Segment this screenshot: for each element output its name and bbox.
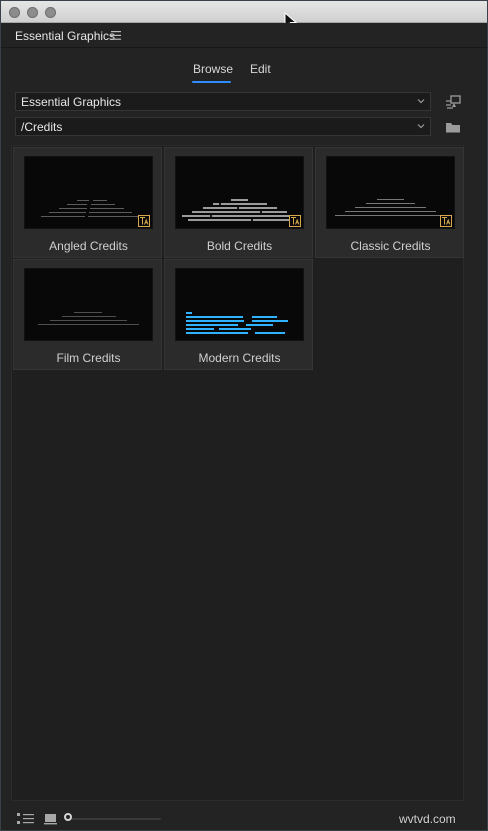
folder-dropdown-value: /Credits xyxy=(21,120,63,134)
zoom-slider-track[interactable] xyxy=(69,818,161,820)
window-title-bar[interactable] xyxy=(1,1,487,30)
template-grid: Angled Credits Bold Credits Classic Cred… xyxy=(11,145,464,801)
close-window-button[interactable] xyxy=(9,7,20,18)
watermark-text: wvtvd.com xyxy=(399,812,456,826)
template-thumbnail-modern-credits xyxy=(175,268,304,341)
panel-title: Essential Graphics xyxy=(15,29,116,43)
template-card-modern-credits[interactable]: Modern Credits xyxy=(164,259,313,370)
template-label: Classic Credits xyxy=(350,239,431,253)
hamburger-icon[interactable] xyxy=(111,31,121,40)
template-thumbnail-film-credits xyxy=(24,268,153,341)
library-dropdown[interactable]: Essential Graphics xyxy=(15,92,431,111)
thumbnail-view-icon[interactable] xyxy=(43,813,61,825)
tab-edit[interactable]: Edit xyxy=(250,62,271,76)
library-dropdown-value: Essential Graphics xyxy=(21,95,122,109)
list-view-icon[interactable] xyxy=(17,813,35,825)
panel-header: Essential Graphics xyxy=(1,23,487,48)
browse-edit-tabs: Browse Edit xyxy=(1,59,487,87)
tab-browse[interactable]: Browse xyxy=(193,62,233,76)
zoom-slider-knob[interactable] xyxy=(64,813,72,821)
template-card-film-credits[interactable]: Film Credits xyxy=(13,259,162,370)
sync-library-icon[interactable] xyxy=(445,95,461,109)
essential-graphics-window: Essential Graphics Browse Edit Essential… xyxy=(0,0,488,831)
editable-template-badge-icon xyxy=(440,215,452,227)
template-label: Bold Credits xyxy=(206,239,273,253)
template-thumbnail-classic-credits xyxy=(326,156,455,229)
bold-credits-preview xyxy=(182,199,298,221)
chevron-down-icon xyxy=(417,124,425,129)
template-card-bold-credits[interactable]: Bold Credits xyxy=(164,147,313,258)
template-thumbnail-bold-credits xyxy=(175,156,304,229)
folder-dropdown[interactable]: /Credits xyxy=(15,117,431,136)
template-card-angled-credits[interactable]: Angled Credits xyxy=(13,147,162,258)
active-tab-indicator xyxy=(192,81,231,83)
template-label: Angled Credits xyxy=(49,239,128,253)
editable-template-badge-icon xyxy=(138,215,150,227)
modern-credits-preview xyxy=(186,312,288,334)
chevron-down-icon xyxy=(417,99,425,104)
template-label: Film Credits xyxy=(56,351,121,365)
zoom-window-button[interactable] xyxy=(45,7,56,18)
template-card-classic-credits[interactable]: Classic Credits xyxy=(315,147,464,258)
editable-template-badge-icon xyxy=(289,215,301,227)
minimize-window-button[interactable] xyxy=(27,7,38,18)
classic-credits-preview xyxy=(335,199,446,216)
angled-credits-preview xyxy=(41,200,138,217)
template-thumbnail-angled-credits xyxy=(24,156,153,229)
folder-icon[interactable] xyxy=(445,120,461,134)
template-label: Modern Credits xyxy=(198,351,281,365)
film-credits-preview xyxy=(38,312,139,325)
